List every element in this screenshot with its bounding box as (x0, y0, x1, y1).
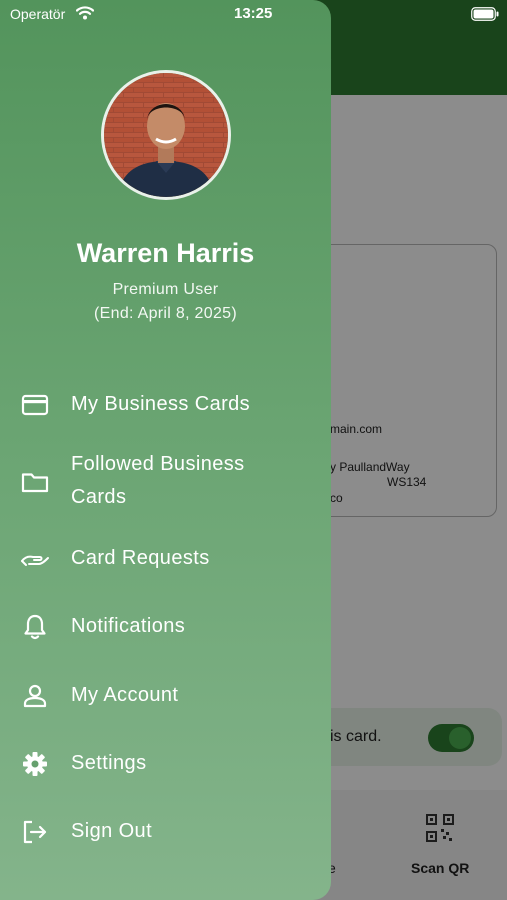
gear-icon (23, 752, 47, 776)
person-icon (23, 684, 47, 708)
menu-label: Sign Out (71, 820, 153, 842)
menu-item-my-business-cards[interactable]: My Business Cards (0, 388, 331, 422)
folder-icon (21, 473, 49, 493)
menu-item-settings[interactable]: Settings (0, 747, 331, 781)
menu-label: My Account (71, 684, 179, 706)
menu-label: Card Requests (71, 547, 210, 569)
menu-item-sign-out[interactable]: Sign Out (0, 815, 331, 849)
battery-icon (471, 7, 499, 21)
menu-item-followed-business-cards[interactable]: Followed Business Cards (0, 448, 331, 516)
profile-photo (104, 73, 228, 197)
user-name: Warren Harris (76, 238, 255, 268)
menu-label: Followed Business Cards (71, 453, 245, 508)
membership-end-date: (End: April 8, 2025) (94, 305, 237, 322)
logout-icon (23, 820, 47, 844)
menu-item-my-account[interactable]: My Account (0, 679, 331, 713)
menu-item-card-requests[interactable]: Card Requests (0, 542, 331, 576)
avatar[interactable] (101, 70, 231, 200)
membership-tier: Premium User (112, 281, 219, 298)
carrier-label: Operatör (10, 6, 66, 22)
bell-icon (24, 614, 46, 640)
credit-card-icon (21, 394, 49, 416)
clock-time: 13:25 (234, 5, 273, 22)
menu-label: Notifications (71, 615, 186, 637)
hand-icon (21, 555, 49, 566)
status-bar: Operatör 13:25 (0, 0, 507, 30)
wifi-icon (76, 6, 94, 20)
navigation-drawer: Warren Harris Premium User (End: April 8… (0, 0, 331, 900)
menu-label: Settings (71, 752, 147, 774)
menu-label: My Business Cards (71, 393, 251, 415)
menu-item-notifications[interactable]: Notifications (0, 610, 331, 644)
